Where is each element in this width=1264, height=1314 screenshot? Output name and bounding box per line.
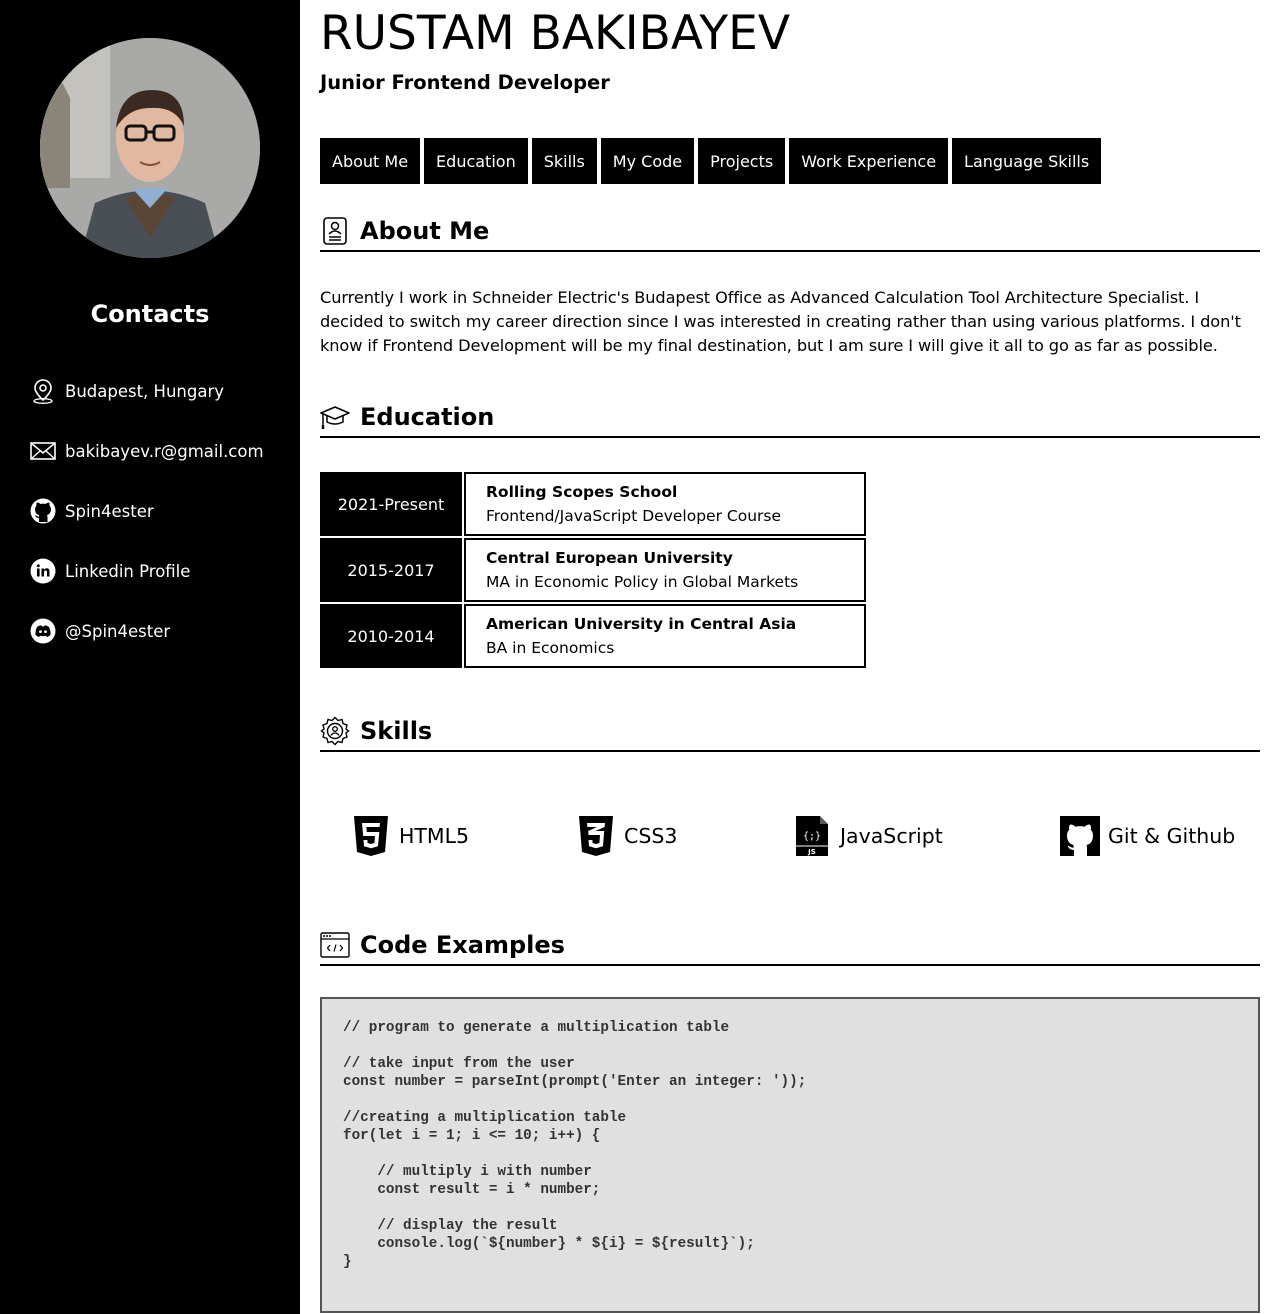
code-snippet: // program to generate a multiplication … (343, 1020, 807, 1270)
table-row: 2010-2014 American University in Central… (320, 604, 866, 668)
education-table: 2021-Present Rolling Scopes School Front… (320, 472, 866, 670)
education-course: MA in Economic Policy in Global Markets (486, 573, 799, 591)
about-section-header: About Me (320, 212, 1260, 252)
contacts-title: Contacts (90, 300, 210, 328)
skill-label: Git & Github (1108, 824, 1236, 848)
skill-css3: CSS3 (576, 814, 677, 858)
svg-text:{;}: {;} (803, 831, 821, 842)
nav-projects[interactable]: Projects (698, 138, 786, 184)
css3-icon (576, 815, 616, 857)
skill-label: CSS3 (624, 824, 678, 848)
skill-label: JavaScript (840, 824, 943, 848)
html5-icon (351, 815, 391, 857)
education-years: 2021-Present (320, 472, 462, 536)
location-pin-icon (30, 378, 56, 404)
javascript-file-icon: {;} JS (792, 815, 832, 857)
envelope-icon (30, 438, 56, 464)
education-years: 2015-2017 (320, 538, 462, 602)
about-text: Currently I work in Schneider Electric's… (320, 288, 1241, 355)
nav-about-me[interactable]: About Me (320, 138, 421, 184)
skills-section-header: Skills (320, 712, 1260, 752)
contact-label: bakibayev.r@gmail.com (65, 441, 264, 461)
main-nav: About Me Education Skills My Code Projec… (320, 138, 1102, 184)
job-title: Junior Frontend Developer (320, 71, 610, 94)
page-title: RUSTAM BAKIBAYEV (320, 6, 790, 61)
section-title: Education (360, 403, 495, 431)
education-section-header: Education (320, 398, 1260, 438)
nav-work-experience[interactable]: Work Experience (789, 138, 949, 184)
contact-github[interactable]: Spin4ester (30, 498, 154, 524)
github-icon (30, 498, 56, 524)
contact-email[interactable]: bakibayev.r@gmail.com (30, 438, 264, 464)
nav-my-code[interactable]: My Code (600, 138, 695, 184)
education-school: Central European University (486, 549, 733, 567)
education-info: American University in Central Asia BA i… (464, 604, 866, 668)
section-title: Skills (360, 717, 433, 745)
nav-education[interactable]: Education (424, 138, 528, 184)
contact-label: Spin4ester (65, 501, 154, 521)
education-course: BA in Economics (486, 639, 615, 657)
education-course: Frontend/JavaScript Developer Course (486, 507, 782, 525)
table-row: 2015-2017 Central European University MA… (320, 538, 866, 602)
linkedin-icon (30, 558, 56, 584)
github-icon (1060, 815, 1100, 857)
discord-icon (30, 618, 56, 644)
skill-git-github: Git & Github (1060, 814, 1235, 858)
contact-label: Linkedin Profile (65, 561, 191, 581)
skill-html5: HTML5 (351, 814, 469, 858)
education-school: American University in Central Asia (486, 615, 797, 633)
contact-discord[interactable]: @Spin4ester (30, 618, 170, 644)
education-school: Rolling Scopes School (486, 483, 678, 501)
education-info: Central European University MA in Econom… (464, 538, 866, 602)
contact-linkedin[interactable]: Linkedin Profile (30, 558, 190, 584)
code-window-icon (320, 930, 350, 960)
section-title: Code Examples (360, 931, 565, 959)
skill-javascript: {;} JS JavaScript (792, 814, 943, 858)
table-row: 2021-Present Rolling Scopes School Front… (320, 472, 866, 536)
sidebar: Contacts Budapest, Hungary bakibayev.r@g… (0, 0, 300, 1314)
gear-icon (320, 716, 350, 746)
education-info: Rolling Scopes School Frontend/JavaScrip… (464, 472, 866, 536)
section-title: About Me (360, 217, 490, 245)
contact-label: Budapest, Hungary (65, 381, 224, 401)
skill-label: HTML5 (399, 824, 470, 848)
profile-card-icon (320, 216, 350, 246)
code-example-block: // program to generate a multiplication … (320, 997, 1260, 1313)
code-section-header: Code Examples (320, 926, 1260, 966)
education-years: 2010-2014 (320, 604, 462, 668)
nav-skills[interactable]: Skills (531, 138, 597, 184)
nav-language-skills[interactable]: Language Skills (952, 138, 1102, 184)
graduation-cap-icon (320, 402, 350, 432)
svg-text:JS: JS (807, 848, 816, 856)
contact-label: @Spin4ester (65, 621, 171, 641)
contact-location[interactable]: Budapest, Hungary (30, 378, 224, 404)
avatar (40, 38, 260, 258)
